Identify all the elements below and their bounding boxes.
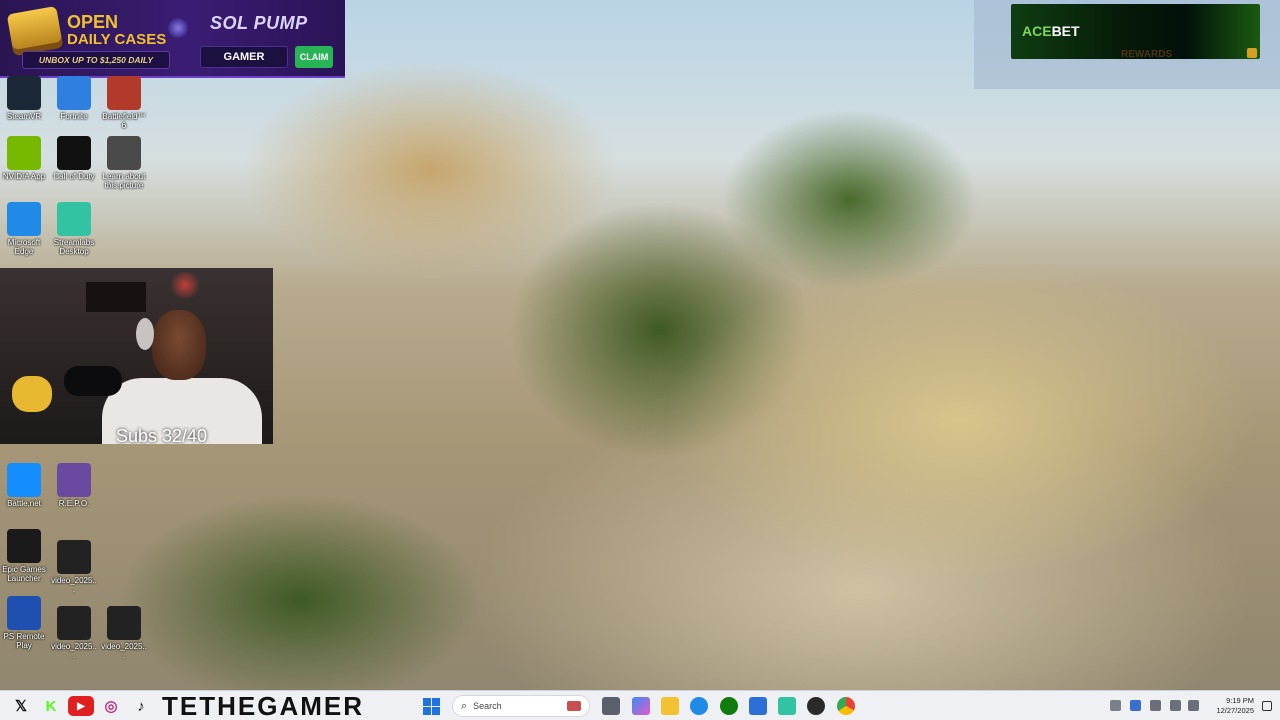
desktop-icon-label: Battle.net [7,499,41,508]
desktop-icon-label: SteamVR [6,112,42,121]
headset-icon [136,318,154,350]
promo-unbox-text: UNBOX UP TO $1,250 DAILY [22,51,170,69]
search-placeholder: Search [473,701,502,711]
channel-name: TETHEGAMER [162,691,364,720]
desktop-icon-label: NVIDIA App [2,172,46,181]
promo-line-1: OPEN [67,12,119,32]
desktop-icon[interactable]: video_2025... [100,606,148,660]
desktop-icon[interactable]: Streamlabs Desktop [50,202,98,256]
desktop-icon[interactable]: Epic Games Launcher [0,529,48,583]
desktop-icon-label: R.E.P.O. [58,499,90,508]
edge-icon [7,202,41,236]
desktop-icon[interactable]: video_2025... [50,540,98,594]
subs-goal: Subs 32/40 [116,426,208,444]
fortnite-icon [57,76,91,110]
xbox-icon[interactable] [720,697,738,715]
webcam-shelf [86,282,146,312]
desktop-icon[interactable]: Learn about this picture [100,136,148,190]
tray-volume-icon[interactable] [1188,700,1199,711]
windows-logo-icon [423,698,431,706]
webcam-overlay: Subs 32/40 [0,268,273,444]
kick-icon: K [45,697,57,715]
acebet-logo: ACEBET [1022,23,1080,39]
steamvr-icon [7,76,41,110]
promo-banner[interactable]: OPEN DAILY CASES UNBOX UP TO $1,250 DAIL… [0,0,345,78]
desktop-icon-label: video_2025... [101,642,147,660]
streamlabs-icon [57,202,91,236]
tray-speaker-icon[interactable] [1170,700,1181,711]
desktop-icon-label: Fortnite [60,112,88,121]
desktop-icon[interactable]: Battle.net [0,463,48,508]
call-of-duty-icon [57,136,91,170]
claim-button[interactable]: CLAIM [295,46,333,68]
desktop-icon-label: Call of Duty [53,172,95,181]
chrome-icon[interactable] [837,697,855,715]
social-bar: 𝕏 K ▶ ◎ ♪ TETHEGAMER [0,691,400,720]
tray-mic-icon[interactable] [1150,700,1161,711]
desktop-icon[interactable]: PS Remote Play [0,596,48,650]
desktop-icon-label: Streamlabs Desktop [53,238,95,256]
obs-icon[interactable] [807,697,825,715]
clock-time: 9:19 PM [1226,696,1254,705]
desktop-icon[interactable]: SteamVR [0,76,48,121]
start-button[interactable] [423,698,440,715]
ps-remote-play-icon [7,596,41,630]
solpump-coin-icon [168,18,188,38]
promo-brand: SOL PUMP [210,13,308,33]
acebet-overlay: ACEBET REWARDS [974,0,1280,89]
taskbar-search[interactable]: ⌕ Search [452,695,590,717]
video-file-icon [57,606,91,640]
video-file-icon [107,606,141,640]
desktop-icon[interactable]: Battlefield™ 6 [100,76,148,130]
acebet-banner[interactable]: ACEBET REWARDS [1011,4,1260,60]
learn-picture-icon [107,136,141,170]
promo-line-2: DAILY CASES [67,31,167,48]
desktop-icon[interactable]: Call of Duty [50,136,98,181]
desktop-icon-label: Epic Games Launcher [2,565,46,583]
desktop-icon-label: Microsoft Edge [7,238,41,256]
taskbar: 𝕏 K ▶ ◎ ♪ TETHEGAMER ⌕ Search 9:19 PM 12… [0,690,1280,720]
desktop-icon-label: Learn about this picture [102,172,146,190]
desktop-icon[interactable]: video_2025... [50,606,98,660]
taskbar-clock[interactable]: 9:19 PM 12/27/2025 [1216,696,1254,716]
copilot-icon[interactable] [632,697,650,715]
youtube-icon: ▶ [68,696,94,716]
tray-chevron-icon[interactable] [1110,700,1121,711]
desktop-icon[interactable]: NVIDIA App [0,136,48,181]
edge-taskbar-icon[interactable] [690,697,708,715]
nvidia-icon [7,136,41,170]
streamlabs-taskbar-icon[interactable] [778,697,796,715]
tray-network-icon[interactable] [1130,700,1141,711]
treasure-chest-icon [6,5,64,57]
desktop-icon-label: video_2025... [51,642,97,660]
figurine [12,376,52,412]
video-file-icon [57,540,91,574]
promo-code: GAMER [200,46,288,68]
file-explorer-icon[interactable] [661,697,679,715]
desktop-icon[interactable]: R.E.P.O. [50,463,98,508]
store-icon[interactable] [749,697,767,715]
microphone-icon [64,366,122,396]
desktop-icon[interactable]: Fortnite [50,76,98,121]
acebet-sparkle-icon [1247,48,1257,58]
repo-icon [57,463,91,497]
battlenet-icon [7,463,41,497]
battlefield-icon [107,76,141,110]
tiktok-icon: ♪ [137,697,145,715]
task-view-icon[interactable] [602,697,620,715]
notification-icon[interactable] [1262,701,1272,711]
desktop-icon-label: video_2025... [51,576,97,594]
acebet-partial-text: REWARDS [1121,49,1173,60]
epic-games-icon [7,529,41,563]
clock-date: 12/27/2025 [1216,706,1254,715]
desktop-icon-label: Battlefield™ 6 [102,112,146,130]
search-icon: ⌕ [461,699,468,712]
x-icon: 𝕏 [14,698,28,715]
webcam-light [168,272,202,298]
desktop-icon-label: PS Remote Play [3,632,45,650]
streamer-face [152,310,206,380]
instagram-icon: ◎ [104,698,118,715]
search-highlight-icon [567,701,581,711]
desktop-icon[interactable]: Microsoft Edge [0,202,48,256]
